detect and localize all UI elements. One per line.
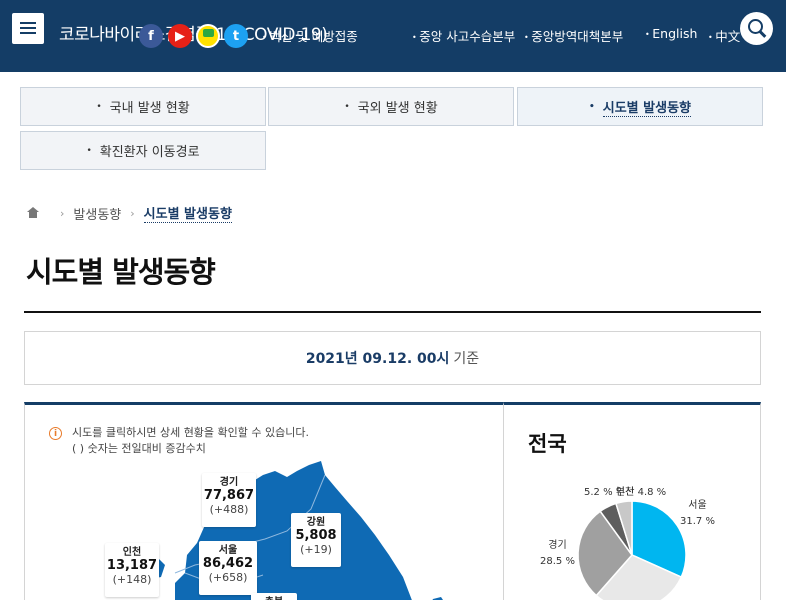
youtube-icon[interactable]: ▶: [168, 24, 192, 48]
twitter-icon[interactable]: t: [224, 24, 248, 48]
link-cdscc[interactable]: 중앙방역대책본부: [524, 26, 623, 45]
menu-icon-bar: [20, 22, 36, 24]
tab-by-region[interactable]: • 시도별 발생동향: [517, 87, 763, 126]
pie-label-busan: 부산 4.8 %: [616, 487, 667, 498]
page: 코로나바이러스감염증-19(COVID-19) f ▶ t 백신 및 예방접종 …: [0, 0, 786, 600]
breadcrumb-current: 시도별 발생동향: [143, 203, 232, 223]
region-gyeonggi[interactable]: 경기 77,867 (+488): [202, 473, 256, 527]
breadcrumb: › 발생동향 › 시도별 발생동향: [27, 203, 232, 223]
date-value: 2021년 09.12. 00시: [305, 351, 450, 367]
region-seoul[interactable]: 서울 86,462 (+658): [199, 541, 257, 595]
tab-overseas[interactable]: • 국외 발생 현황: [268, 87, 514, 126]
tab-patient-route[interactable]: • 확진환자 이동경로: [20, 131, 266, 170]
region-chungbuk[interactable]: 충북: [251, 593, 297, 600]
facebook-icon[interactable]: f: [139, 24, 163, 48]
link-chinese[interactable]: 中文: [708, 26, 740, 45]
link-vaccine[interactable]: 백신 및 예방접종: [262, 26, 357, 45]
home-icon[interactable]: [27, 207, 39, 219]
tab-domestic[interactable]: • 국내 발생 현황: [20, 87, 266, 126]
region-gangwon[interactable]: 강원 5,808 (+19): [291, 513, 341, 567]
chevron-right-icon: ›: [130, 206, 135, 220]
pie-chart: [577, 500, 687, 600]
chevron-right-icon: ›: [60, 206, 65, 220]
info-note: i 시도를 클릭하시면 상세 현황을 확인할 수 있습니다. ( ) 숫자는 전…: [49, 425, 309, 457]
pie-label-gyeonggi: 경기 28.5 %: [540, 540, 575, 567]
map-panel: i 시도를 클릭하시면 상세 현황을 확인할 수 있습니다. ( ) 숫자는 전…: [24, 402, 504, 600]
info-icon: i: [49, 427, 62, 440]
divider: [24, 311, 761, 313]
region-incheon[interactable]: 인천 13,187 (+148): [105, 543, 159, 597]
menu-icon-bar: [20, 32, 36, 34]
kakao-icon[interactable]: [196, 24, 220, 48]
search-icon[interactable]: [740, 12, 773, 45]
link-english[interactable]: English: [645, 26, 697, 41]
page-title: 시도별 발생동향: [26, 255, 216, 289]
site-header: 코로나바이러스감염증-19(COVID-19) f ▶ t 백신 및 예방접종 …: [0, 0, 786, 72]
breadcrumb-parent[interactable]: 발생동향: [73, 204, 121, 223]
link-cdsch[interactable]: 중앙 사고수습본부: [412, 26, 515, 45]
date-box: 2021년 09.12. 00시 기준: [24, 331, 761, 385]
pie-panel: 전국 서울 31.7 % 경기 28.5 % 5.2 % 인천 부산 4.8 %: [503, 402, 761, 600]
pie-label-seoul: 서울 31.7 %: [680, 500, 715, 527]
menu-button[interactable]: [12, 13, 44, 44]
date-suffix: 기준: [453, 351, 480, 367]
menu-icon-bar: [20, 27, 36, 29]
